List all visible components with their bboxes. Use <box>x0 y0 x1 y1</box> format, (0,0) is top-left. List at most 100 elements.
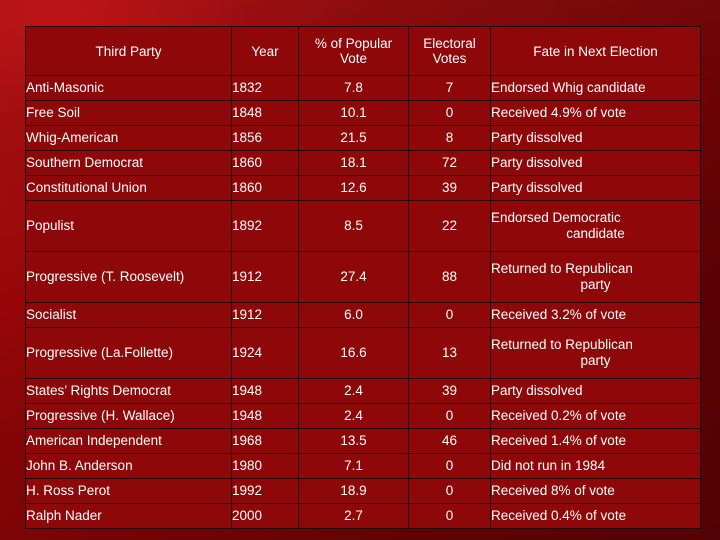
table-row: Constitutional Union 1860 12.6 39 Party diss… <box>25 175 701 201</box>
cell-fate: Received 4.9% of vote <box>490 100 701 126</box>
cell-year: 1892 <box>231 200 299 252</box>
cell-popular-vote: 16.6 <box>298 327 409 379</box>
cell-year: 1860 <box>231 175 299 201</box>
cell-third-party: Whig-American <box>25 125 232 151</box>
column-header-electoral-votes-line2: Votes <box>432 51 467 66</box>
cell-fate-line1: Received 3.2% of vote <box>491 307 627 322</box>
cell-fate: Returned to Republican party <box>490 251 701 303</box>
cell-fate-line1: Returned to Republican <box>491 337 633 352</box>
cell-third-party: John B. Anderson <box>25 453 232 479</box>
cell-electoral-votes: 8 <box>408 125 491 151</box>
table-row: Free Soil 1848 10.1 0 Received 4.9% of vote <box>25 100 701 126</box>
third-party-table-container: Third Party Year % of Popular Vote Elect… <box>25 26 701 529</box>
table-row: Whig-American 1856 21.5 8 Party dissolved <box>25 125 701 151</box>
cell-third-party: Populist <box>25 200 232 252</box>
cell-electoral-votes: 0 <box>408 478 491 504</box>
cell-fate-line2: party <box>580 353 611 368</box>
cell-popular-vote: 12.6 <box>298 175 409 201</box>
cell-year: 2000 <box>231 503 299 529</box>
cell-fate: Party dissolved <box>490 175 701 201</box>
cell-popular-vote: 21.5 <box>298 125 409 151</box>
cell-electoral-votes: 88 <box>408 251 491 303</box>
cell-electoral-votes: 0 <box>408 100 491 126</box>
cell-fate-line2: party <box>580 277 611 292</box>
cell-electoral-votes: 0 <box>408 503 491 529</box>
cell-popular-vote: 13.5 <box>298 428 409 454</box>
column-header-electoral-votes-line1: Electoral <box>423 36 476 51</box>
cell-third-party: Ralph Nader <box>25 503 232 529</box>
cell-electoral-votes: 0 <box>408 453 491 479</box>
table-row: States’ Rights Democrat 1948 2.4 39 Party di… <box>25 378 701 404</box>
cell-fate-line1: Endorsed Democratic <box>491 210 621 225</box>
cell-electoral-votes: 13 <box>408 327 491 379</box>
table-row: Southern Democrat 1860 18.1 72 Party dissolv… <box>25 150 701 176</box>
cell-electoral-votes: 22 <box>408 200 491 252</box>
cell-popular-vote: 2.7 <box>298 503 409 529</box>
table-row: Socialist 1912 6.0 0 Received 3.2% of vote <box>25 302 701 328</box>
cell-popular-vote: 6.0 <box>298 302 409 328</box>
table-row: American Independent 1968 13.5 46 Received 1… <box>25 428 701 454</box>
cell-year: 1912 <box>231 302 299 328</box>
cell-fate: Received 8% of vote <box>490 478 701 504</box>
column-header-fate: Fate in Next Election <box>490 26 701 76</box>
cell-popular-vote: 2.4 <box>298 403 409 429</box>
cell-third-party: American Independent <box>25 428 232 454</box>
cell-fate: Received 3.2% of vote <box>490 302 701 328</box>
table-row: Progressive (La.Follette) 1924 16.6 13 Retur… <box>25 327 701 379</box>
table-row: Progressive (H. Wallace) 1948 2.4 0 Received… <box>25 403 701 429</box>
table-row: Anti-Masonic 1832 7.8 7 Endorsed Whig candid… <box>25 75 701 101</box>
cell-year: 1856 <box>231 125 299 151</box>
cell-popular-vote: 18.1 <box>298 150 409 176</box>
cell-fate: Received 1.4% of vote <box>490 428 701 454</box>
table-row: Progressive (T. Roosevelt) 1912 27.4 88 Retu… <box>25 251 701 303</box>
third-party-table: Third Party Year % of Popular Vote Elect… <box>25 26 701 529</box>
cell-fate-line1: Party dissolved <box>491 130 583 145</box>
cell-popular-vote: 8.5 <box>298 200 409 252</box>
table-header: Third Party Year % of Popular Vote Elect… <box>25 26 701 76</box>
cell-fate-line1: Party dissolved <box>491 155 583 170</box>
cell-fate: Received 0.4% of vote <box>490 503 701 529</box>
table-row: H. Ross Perot 1992 18.9 0 Received 8% of vot… <box>25 478 701 504</box>
cell-third-party: H. Ross Perot <box>25 478 232 504</box>
cell-year: 1860 <box>231 150 299 176</box>
cell-third-party: Progressive (T. Roosevelt) <box>25 251 232 303</box>
cell-third-party: Southern Democrat <box>25 150 232 176</box>
cell-electoral-votes: 0 <box>408 403 491 429</box>
cell-popular-vote: 10.1 <box>298 100 409 126</box>
column-header-popular-vote-line2: Vote <box>339 51 368 66</box>
column-header-popular-vote: % of Popular Vote <box>298 26 409 76</box>
cell-fate-line2: candidate <box>566 226 625 241</box>
cell-electoral-votes: 0 <box>408 302 491 328</box>
cell-fate-line1: Received 8% of vote <box>491 483 615 498</box>
slide-canvas: Third Party Year % of Popular Vote Elect… <box>0 0 720 540</box>
table-row: John B. Anderson 1980 7.1 0 Did not run in 1… <box>25 453 701 479</box>
cell-popular-vote: 2.4 <box>298 378 409 404</box>
cell-fate-line1: Received 1.4% of vote <box>491 433 627 448</box>
cell-third-party: Free Soil <box>25 100 232 126</box>
cell-fate: Returned to Republican party <box>490 327 701 379</box>
cell-fate-line1: Party dissolved <box>491 383 583 398</box>
table-row: Ralph Nader 2000 2.7 0 Received 0.4% of vote <box>25 503 701 529</box>
cell-third-party: States’ Rights Democrat <box>25 378 232 404</box>
cell-electoral-votes: 39 <box>408 378 491 404</box>
cell-year: 1948 <box>231 378 299 404</box>
cell-fate-line1: Party dissolved <box>491 180 583 195</box>
cell-third-party: Progressive (La.Follette) <box>25 327 232 379</box>
cell-electoral-votes: 39 <box>408 175 491 201</box>
cell-year: 1848 <box>231 100 299 126</box>
cell-fate-line1: Endorsed Whig candidate <box>491 80 646 95</box>
cell-fate-line1: Received 4.9% of vote <box>491 105 627 120</box>
column-header-year: Year <box>231 26 299 76</box>
column-header-popular-vote-line1: % of Popular <box>314 36 393 51</box>
cell-year: 1968 <box>231 428 299 454</box>
cell-third-party: Socialist <box>25 302 232 328</box>
cell-popular-vote: 7.1 <box>298 453 409 479</box>
cell-electoral-votes: 72 <box>408 150 491 176</box>
cell-fate-line1: Returned to Republican <box>491 261 633 276</box>
cell-fate-line1: Received 0.2% of vote <box>491 408 627 423</box>
cell-year: 1980 <box>231 453 299 479</box>
cell-popular-vote: 27.4 <box>298 251 409 303</box>
table-row: Populist 1892 8.5 22 Endorsed Democratic cand… <box>25 200 701 252</box>
cell-year: 1992 <box>231 478 299 504</box>
cell-third-party: Anti-Masonic <box>25 75 232 101</box>
